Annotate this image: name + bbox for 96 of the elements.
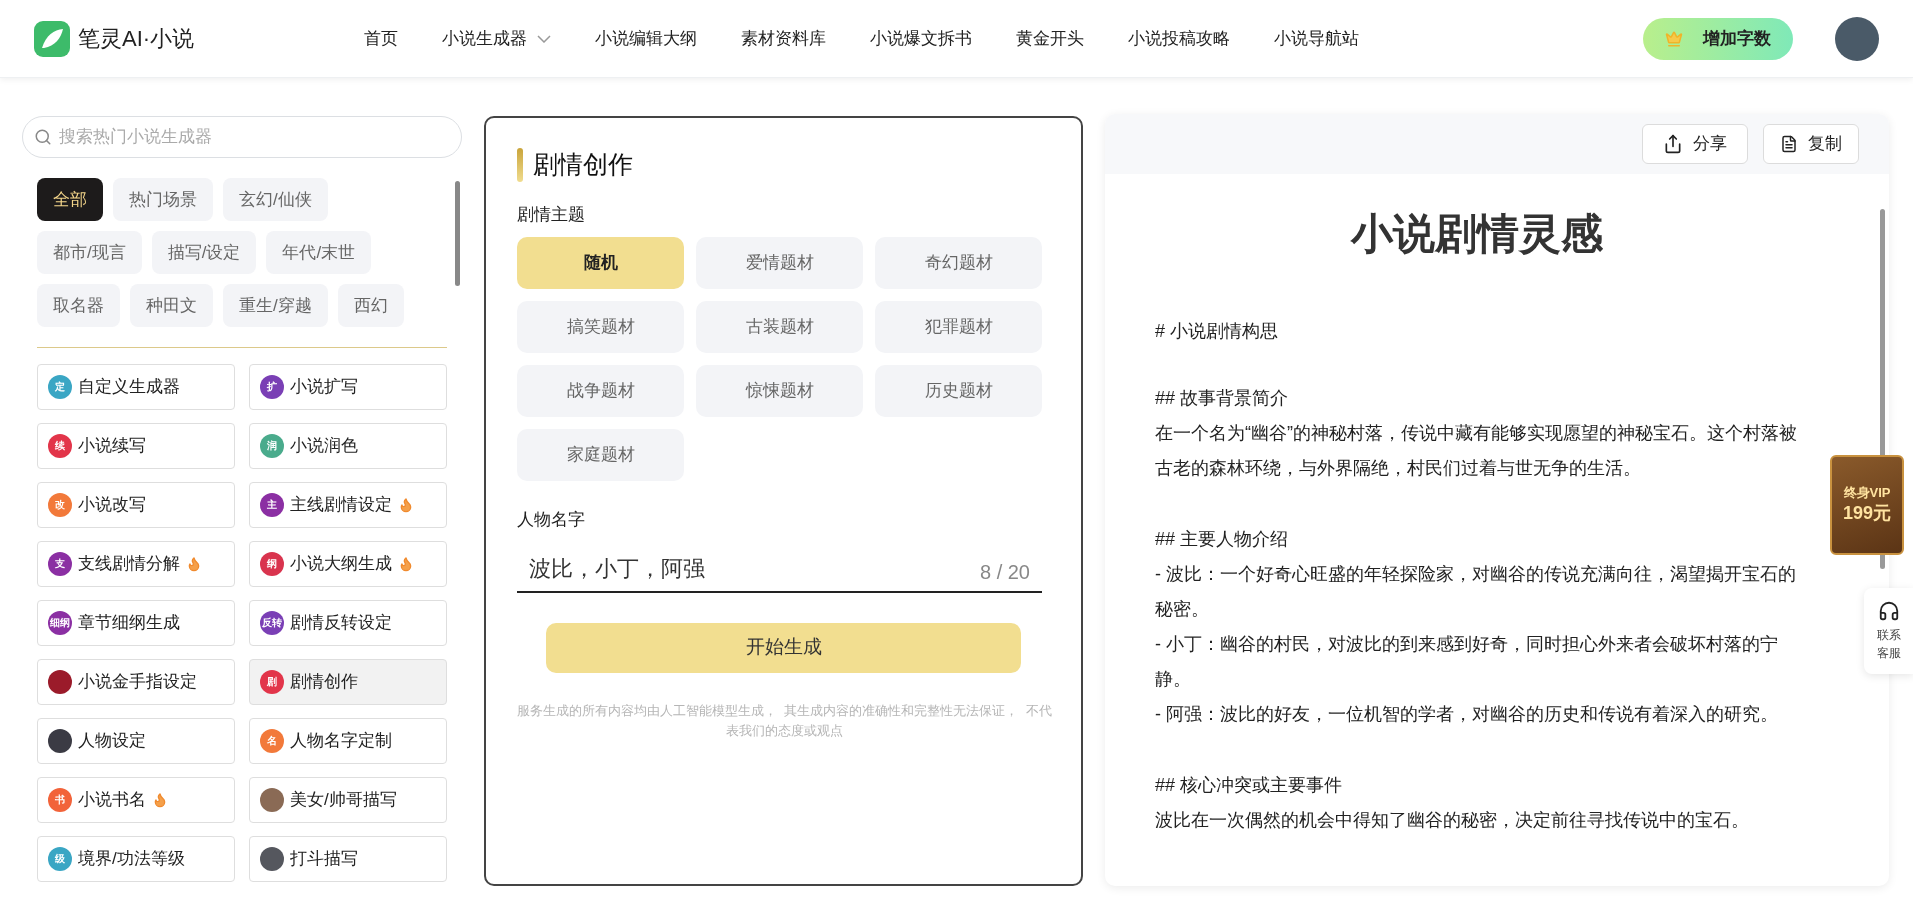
customer-service-button[interactable]: 联系 客服 — [1864, 588, 1913, 674]
generate-button[interactable]: 开始生成 — [546, 622, 1021, 673]
nav-link[interactable]: 首页 — [364, 25, 398, 52]
theme-option[interactable]: 战争题材 — [517, 365, 684, 417]
field-label: 剧情主题 — [517, 203, 586, 226]
category-chip[interactable]: 都市/现言 — [37, 231, 142, 274]
category-chip[interactable]: 种田文 — [130, 284, 213, 327]
generator-item[interactable]: 人物设定 — [37, 718, 235, 764]
generator-item[interactable]: 定 自定义生成器 — [37, 364, 235, 410]
headset-icon — [1877, 600, 1900, 622]
generator-item[interactable]: 名 人物名字定制 — [249, 718, 447, 764]
nav-link[interactable]: 黄金开头 — [1016, 25, 1084, 52]
share-icon — [1663, 134, 1683, 154]
tool-badge-icon: 名 — [260, 729, 284, 753]
generator-item[interactable]: 反转 剧情反转设定 — [249, 600, 447, 646]
generator-item[interactable]: 扩 小说扩写 — [249, 364, 447, 410]
title-accent-bar — [517, 147, 523, 182]
article-paragraph: 波比在一次偶然的机会中得知了幽谷的秘密，决定前往寻找传说中的宝石。 — [1155, 809, 1750, 832]
nav-link[interactable]: 素材资料库 — [741, 25, 826, 52]
vip-label: 终身VIP — [1843, 485, 1891, 501]
tool-badge-icon: 细纲 — [48, 611, 72, 635]
generator-item[interactable]: 续 小说续写 — [37, 423, 235, 469]
chevron-down-icon — [537, 34, 551, 43]
tool-badge-icon: 支 — [48, 552, 72, 576]
generator-item[interactable]: 润 小说润色 — [249, 423, 447, 469]
nav-link[interactable]: 小说爆文拆书 — [870, 25, 972, 52]
tool-badge-icon: 定 — [48, 375, 72, 399]
tool-badge-icon: 润 — [260, 434, 284, 458]
leaf-logo-icon — [34, 20, 70, 57]
generator-item[interactable]: 主 主线剧情设定 — [249, 482, 447, 528]
theme-option[interactable]: 犯罪题材 — [875, 301, 1042, 353]
character-counter: 8 / 20 — [979, 559, 1030, 585]
theme-option[interactable]: 家庭题材 — [517, 429, 684, 481]
search-field[interactable]: 搜索热门小说生成器 — [22, 116, 462, 158]
tool-badge-icon: 反转 — [260, 611, 284, 635]
generator-item[interactable]: 打斗描写 — [249, 836, 447, 882]
theme-option[interactable]: 古装题材 — [696, 301, 863, 353]
logo-text: 笔灵AI·小说 — [78, 25, 195, 53]
form-title: 剧情创作 — [533, 149, 633, 180]
nav-link[interactable]: 小说导航站 — [1274, 25, 1359, 52]
generator-item[interactable]: 细纲 章节细纲生成 — [37, 600, 235, 646]
category-chip[interactable]: 西幻 — [337, 284, 404, 327]
article-paragraph: - 小丁：幽谷的村民，对波比的到来感到好奇，同时担心外来者会破坏村落的宁静。 — [1155, 633, 1779, 691]
theme-option[interactable]: 搞笑题材 — [517, 301, 684, 353]
tool-badge-icon: 纲 — [260, 552, 284, 576]
search-icon — [34, 128, 52, 146]
article-subheading: ## 核心冲突或主要事件 — [1155, 774, 1344, 797]
category-chip[interactable]: 描写/设定 — [151, 231, 257, 274]
category-chip[interactable]: 全部 — [37, 178, 103, 221]
vip-promo-badge[interactable]: 终身VIP 199元 — [1830, 455, 1904, 555]
generator-item[interactable]: 改 小说改写 — [37, 482, 235, 528]
generator-item[interactable]: 纲 小说大纲生成 — [249, 541, 447, 587]
article-paragraph: 在一个名为“幽谷”的神秘村落，传说中藏有能够实现愿望的神秘宝石。这个村落被古老的森林环绕，与外界隔绝，村民们过着与世无争的生活。 — [1155, 422, 1798, 480]
copy-button[interactable]: 复制 — [1763, 124, 1859, 164]
article-heading: # 小说剧情构思 — [1155, 320, 1279, 343]
nav-link[interactable]: 小说投稿攻略 — [1128, 25, 1230, 52]
theme-option[interactable]: 惊悚题材 — [696, 365, 863, 417]
share-button[interactable]: 分享 — [1642, 124, 1748, 164]
crown-icon — [1665, 29, 1683, 48]
support-label: 客服 — [1876, 645, 1901, 662]
add-words-button[interactable]: 增加字数 — [1643, 17, 1793, 60]
disclaimer-text: 服务生成的所有内容均由人工智能模型生成， 其生成内容的准确性和完整性无法保证， 不代表我们的态度或观点 — [517, 701, 1052, 740]
generator-item[interactable]: 小说金手指设定 — [37, 659, 235, 705]
category-chip[interactable]: 玄幻/仙侠 — [223, 178, 328, 221]
tool-badge-icon: 级 — [48, 847, 72, 871]
article-paragraph: - 波比：一个好奇心旺盛的年轻探险家，对幽谷的传说充满向往，渴望揭开宝石的秘密。 — [1155, 563, 1797, 621]
article-paragraph: - 阿强：波比的好友，一位机智的学者，对幽谷的历史和传说有着深入的研究。 — [1155, 703, 1779, 726]
tool-badge-icon: 主 — [260, 493, 284, 517]
generator-item[interactable]: 美女/帅哥描写 — [249, 777, 447, 823]
user-avatar[interactable] — [1835, 16, 1879, 61]
category-chip[interactable]: 取名器 — [37, 284, 120, 327]
theme-option[interactable]: 历史题材 — [875, 365, 1042, 417]
tool-badge-icon: 剧 — [260, 670, 284, 694]
vip-price: 199元 — [1842, 502, 1891, 525]
category-chip[interactable]: 热门场景 — [113, 178, 213, 221]
category-chip[interactable]: 重生/穿越 — [223, 284, 328, 327]
generator-item[interactable]: 支 支线剧情分解 — [37, 541, 235, 587]
nav-link[interactable]: 小说编辑大纲 — [595, 25, 697, 52]
category-chip[interactable]: 年代/末世 — [266, 231, 372, 274]
generator-item[interactable]: 书 小说书名 — [37, 777, 235, 823]
article-subheading: ## 主要人物介绍 — [1155, 528, 1290, 551]
nav-link[interactable]: 小说生成器 — [442, 25, 551, 52]
tool-badge-icon: 续 — [48, 434, 72, 458]
tool-badge-icon: 扩 — [260, 375, 284, 399]
theme-option[interactable]: 随机 — [517, 237, 684, 289]
support-label: 联系 — [1876, 627, 1901, 644]
theme-option[interactable]: 爱情题材 — [696, 237, 863, 289]
document-icon — [1780, 135, 1798, 153]
article-title: 小说剧情灵感 — [1349, 209, 1604, 259]
generator-item[interactable]: 剧 剧情创作 — [249, 659, 447, 705]
field-label: 人物名字 — [517, 509, 586, 531]
tool-badge-icon: 改 — [48, 493, 72, 517]
tool-badge-icon: 书 — [48, 788, 72, 812]
article-subheading: ## 故事背景简介 — [1155, 387, 1290, 410]
generator-item[interactable]: 级 境界/功法等级 — [37, 836, 235, 882]
theme-option[interactable]: 奇幻题材 — [875, 237, 1042, 289]
